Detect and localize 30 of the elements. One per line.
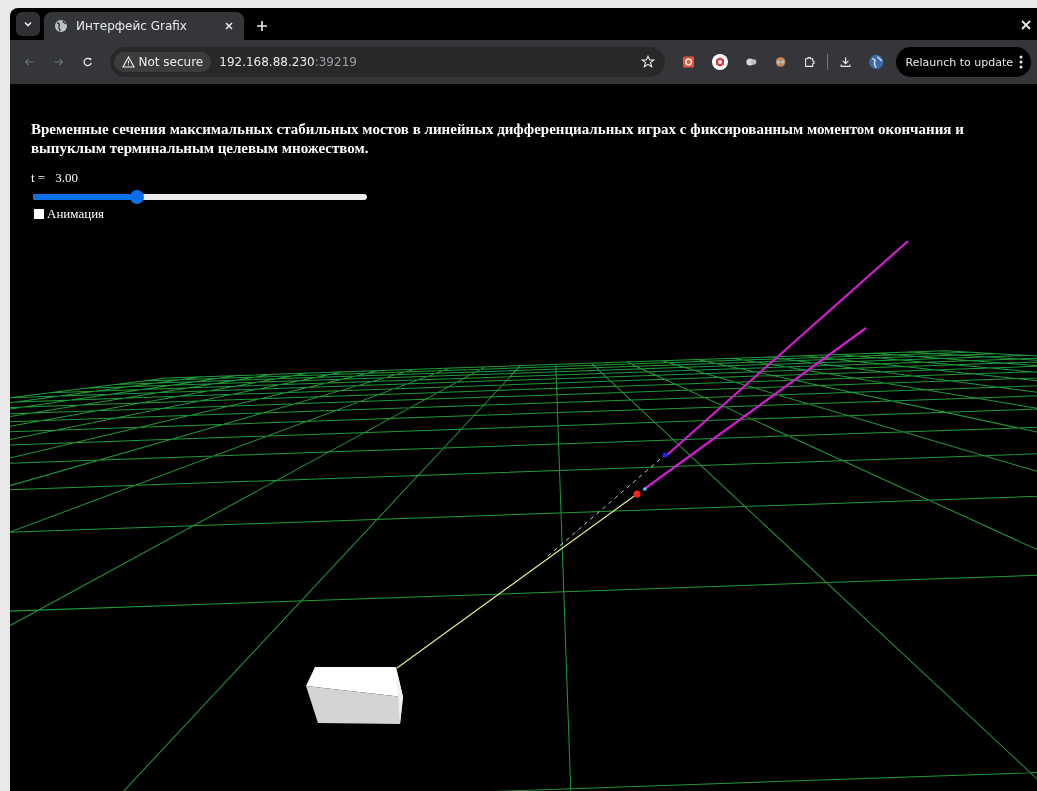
animation-checkbox[interactable] xyxy=(34,209,44,219)
warning-triangle-icon xyxy=(121,56,135,68)
extension-icon[interactable] xyxy=(745,56,757,68)
security-chip[interactable]: Not secure xyxy=(113,52,212,72)
extension-icon[interactable] xyxy=(711,52,728,72)
time-value: 3.00 xyxy=(55,170,78,186)
star-icon[interactable] xyxy=(640,55,655,69)
close-icon[interactable] xyxy=(224,21,234,31)
reload-icon[interactable] xyxy=(82,55,94,69)
chevron-down-icon xyxy=(23,19,33,29)
security-label: Not secure xyxy=(138,55,204,69)
tab-search-button[interactable] xyxy=(16,12,40,36)
more-vertical-icon xyxy=(1019,55,1023,69)
browser-tab[interactable]: Интерфейс Grafix xyxy=(44,12,244,40)
download-icon[interactable] xyxy=(839,55,852,69)
page-heading: Временные сечения максимальных стабильных мостов в линейных дифференциальных играх с фиксированным моментом окончания и выпуклым терминальным целевым множеством. xyxy=(31,120,965,158)
plus-icon[interactable] xyxy=(256,20,268,32)
globe-icon[interactable] xyxy=(869,53,884,71)
close-icon[interactable] xyxy=(1021,20,1031,30)
time-label: t = xyxy=(31,170,46,186)
puzzle-icon[interactable] xyxy=(804,55,816,69)
url-text: 192.168.88.230:39219 xyxy=(219,55,357,69)
extension-icon[interactable] xyxy=(682,55,694,69)
slider-thumb[interactable] xyxy=(129,190,144,204)
address-bar[interactable]: Not secure 192.168.88.230:39219 xyxy=(109,47,665,77)
extension-icon[interactable] xyxy=(774,56,786,68)
relaunch-button[interactable]: Relaunch to update xyxy=(895,47,1031,77)
globe-icon xyxy=(54,19,68,33)
checkbox-label: Анимация xyxy=(47,206,105,222)
tab-title: Интерфейс Grafix xyxy=(76,19,188,33)
